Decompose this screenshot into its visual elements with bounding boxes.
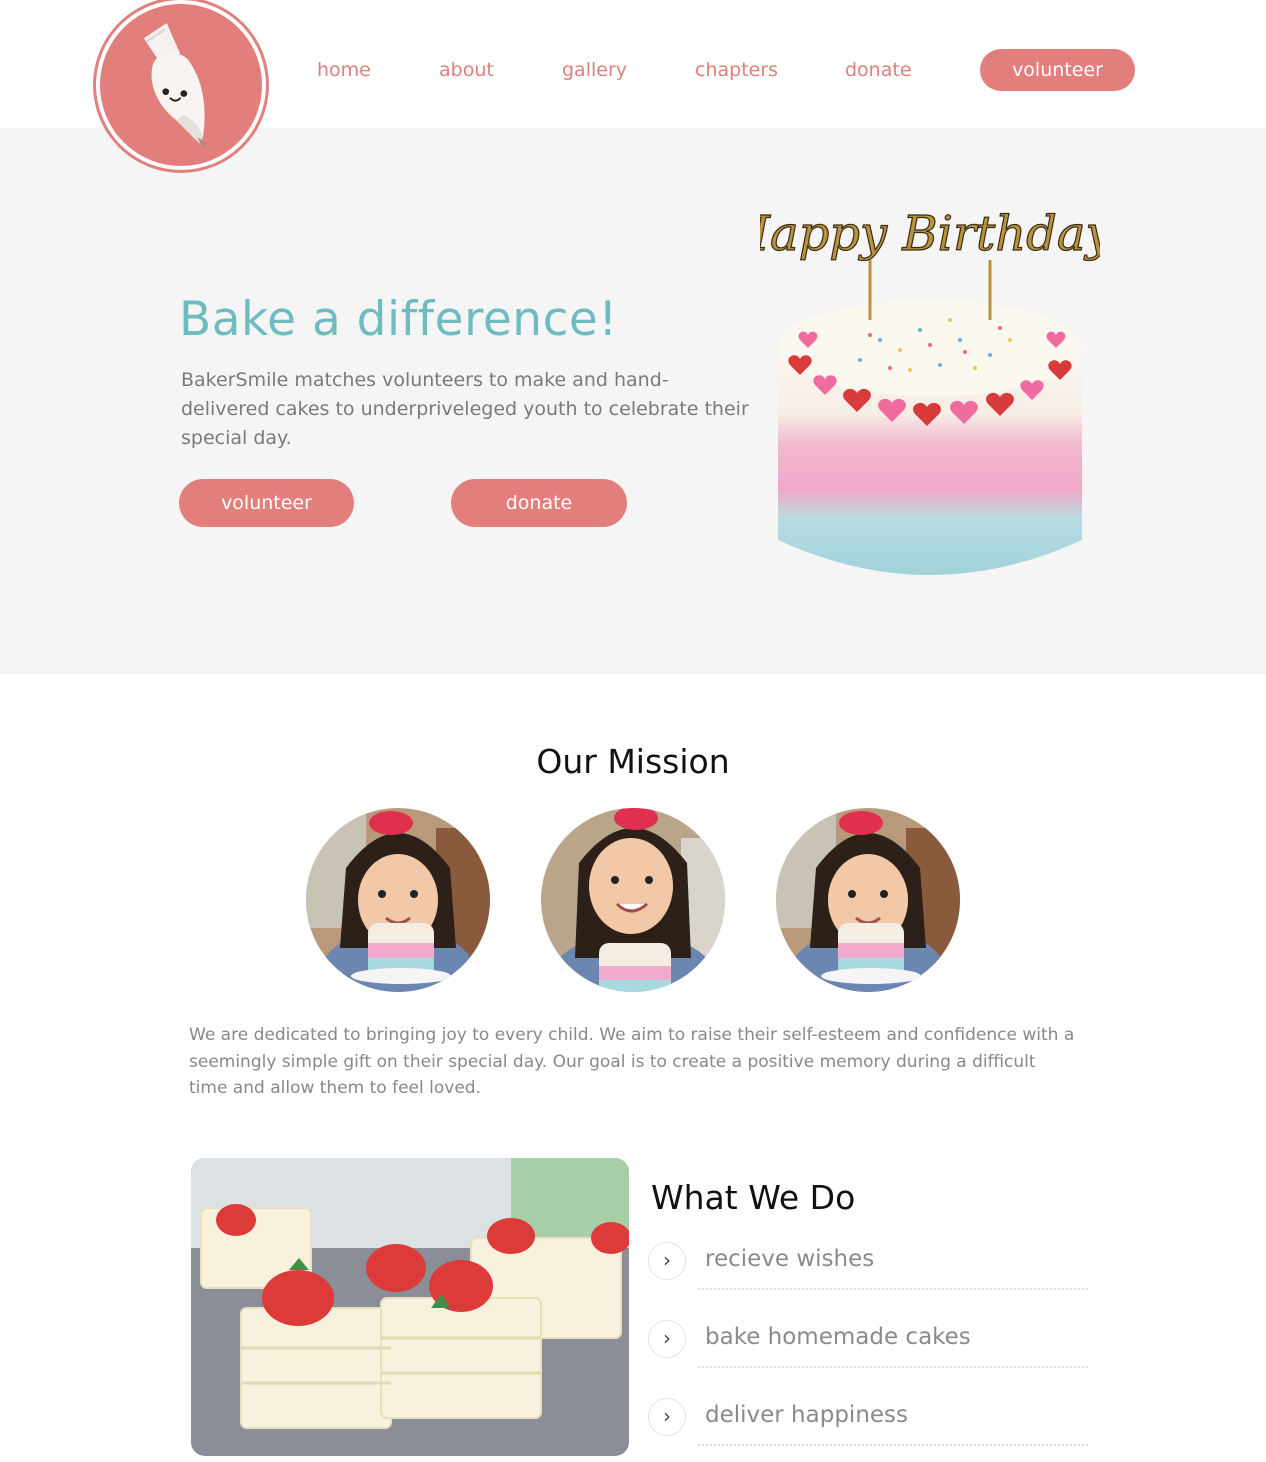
mission-photo-3 (776, 808, 960, 992)
hero-description: BakerSmile matches volunteers to make an… (181, 369, 749, 449)
wwd-item-deliver-happiness: › deliver happiness (648, 1398, 1088, 1446)
volunteer-button[interactable]: volunteer (179, 479, 354, 527)
wwd-item-label[interactable]: recieve wishes (705, 1246, 874, 1272)
site-logo[interactable] (96, 0, 266, 170)
mission-photo-1 (306, 808, 490, 992)
donate-button[interactable]: donate (451, 479, 627, 527)
mission-title: Our Mission (536, 742, 730, 781)
wwd-item-label[interactable]: bake homemade cakes (705, 1324, 971, 1350)
what-we-do-title: What We Do (651, 1178, 856, 1217)
chevron-right-icon[interactable]: › (648, 1398, 686, 1436)
chevron-right-icon[interactable]: › (648, 1320, 686, 1358)
divider (698, 1366, 1088, 1368)
hero-section: Bake a difference! BakerSmile matches vo… (0, 128, 1266, 674)
birthday-cake-image: Happy Birthday! (760, 205, 1100, 575)
wwd-item-label[interactable]: deliver happiness (705, 1402, 908, 1428)
wwd-item-receive-wishes: › recieve wishes (648, 1242, 1088, 1290)
cake-topper-text: Happy Birthday! (760, 206, 1100, 262)
nav-volunteer-button[interactable]: volunteer (980, 49, 1135, 91)
nav-home[interactable]: home (317, 49, 371, 91)
mission-photo-2 (541, 808, 725, 992)
nav-donate[interactable]: donate (845, 49, 912, 91)
wwd-item-bake-cakes: › bake homemade cakes (648, 1320, 1088, 1368)
divider (698, 1444, 1088, 1446)
piping-bag-mascot-icon (100, 4, 262, 166)
nav-chapters[interactable]: chapters (695, 49, 778, 91)
strawberry-cake-photo (191, 1158, 629, 1456)
mission-description: We are dedicated to bringing joy to ever… (189, 1025, 1075, 1098)
hero-title: Bake a difference! (179, 292, 618, 347)
nav-gallery[interactable]: gallery (562, 49, 627, 91)
chevron-right-icon[interactable]: › (648, 1242, 686, 1280)
nav-about[interactable]: about (439, 49, 494, 91)
divider (698, 1288, 1088, 1290)
